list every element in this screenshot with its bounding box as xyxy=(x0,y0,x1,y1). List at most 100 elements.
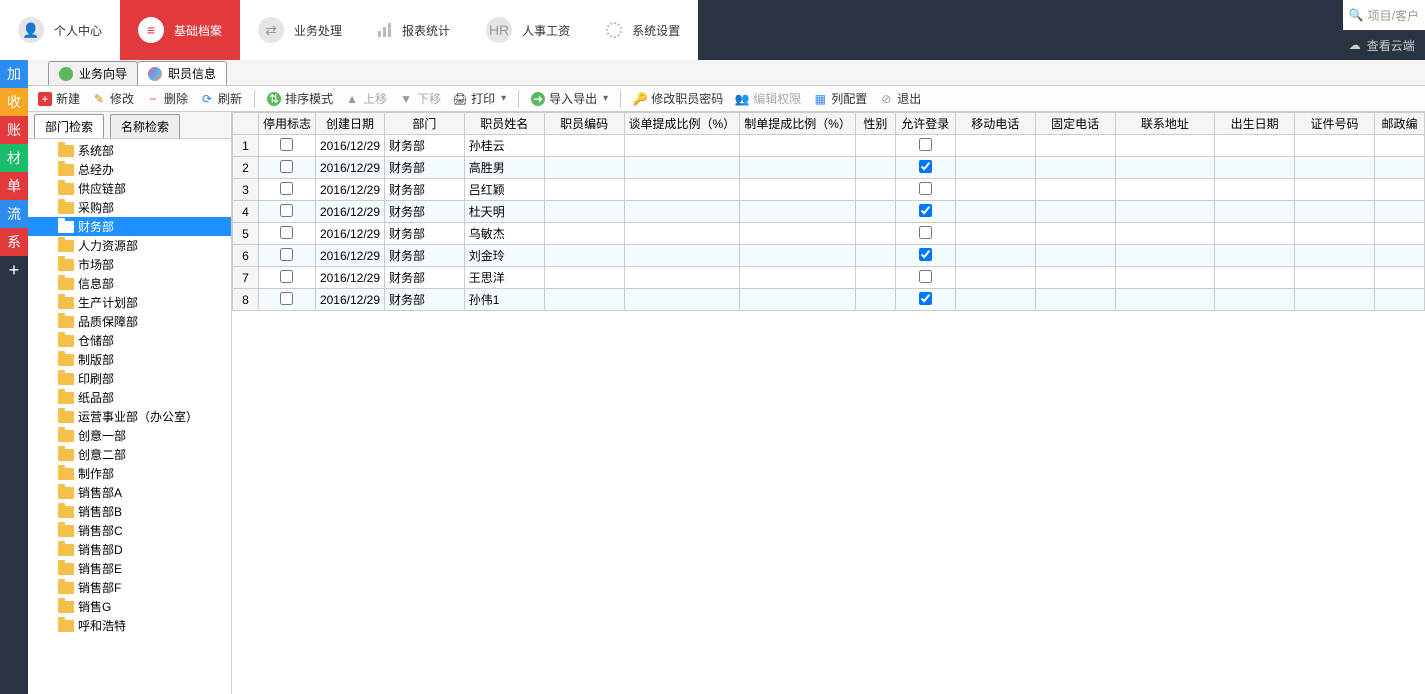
nav-basic-archive[interactable]: ≡基础档案 xyxy=(120,0,240,60)
rail-item[interactable]: 加 xyxy=(0,60,28,88)
tree-node[interactable]: −呼和浩特 xyxy=(28,616,231,635)
tree-node[interactable]: −创意二部 xyxy=(28,445,231,464)
tree-node[interactable]: −销售部C xyxy=(28,521,231,540)
tree-node[interactable]: −信息部 xyxy=(28,274,231,293)
tree-node[interactable]: −生产计划部 xyxy=(28,293,231,312)
cell-disabled[interactable] xyxy=(258,223,315,245)
table-row[interactable]: 6 2016/12/29 财务部 刘金玲 xyxy=(233,245,1425,267)
rail-item[interactable]: 单 xyxy=(0,172,28,200)
tree-node[interactable]: −仓储部 xyxy=(28,331,231,350)
col-header[interactable]: 制单提成比例（%） xyxy=(740,113,856,135)
delete-button[interactable]: −删除 xyxy=(142,88,192,109)
tree-node[interactable]: −人力资源部 xyxy=(28,236,231,255)
tree-node[interactable]: −市场部 xyxy=(28,255,231,274)
col-header[interactable]: 出生日期 xyxy=(1215,113,1295,135)
tree-node[interactable]: −销售部F xyxy=(28,578,231,597)
tree-node[interactable]: −销售部B xyxy=(28,502,231,521)
move-down-button[interactable]: ▼下移 xyxy=(395,88,445,109)
col-header[interactable]: 部门 xyxy=(385,113,465,135)
move-up-button[interactable]: ▲上移 xyxy=(341,88,391,109)
exit-button[interactable]: ⊘退出 xyxy=(875,88,925,109)
col-header[interactable]: 证件号码 xyxy=(1295,113,1375,135)
new-button[interactable]: +新建 xyxy=(34,88,84,109)
cell-disabled[interactable] xyxy=(258,201,315,223)
col-header[interactable]: 移动电话 xyxy=(955,113,1035,135)
print-button[interactable]: 🖨打印 xyxy=(449,88,510,109)
table-row[interactable]: 5 2016/12/29 财务部 乌敏杰 xyxy=(233,223,1425,245)
cell-disabled[interactable] xyxy=(258,135,315,157)
rail-item[interactable]: 收 xyxy=(0,88,28,116)
cell-disabled[interactable] xyxy=(258,245,315,267)
cell-login[interactable] xyxy=(895,245,955,267)
cell-disabled[interactable] xyxy=(258,289,315,311)
tree-node[interactable]: −创意一部 xyxy=(28,426,231,445)
col-header[interactable]: 邮政编 xyxy=(1374,113,1424,135)
sidetab-name[interactable]: 名称检索 xyxy=(110,114,180,138)
cell-login[interactable] xyxy=(895,135,955,157)
tab-wizard[interactable]: 业务向导 xyxy=(48,61,138,85)
disabled-checkbox[interactable] xyxy=(280,292,293,305)
col-header[interactable]: 允许登录 xyxy=(895,113,955,135)
disabled-checkbox[interactable] xyxy=(280,226,293,239)
col-header[interactable]: 固定电话 xyxy=(1035,113,1115,135)
tree-node[interactable]: −总经办 xyxy=(28,160,231,179)
tree-node[interactable]: −销售G xyxy=(28,597,231,616)
disabled-checkbox[interactable] xyxy=(280,270,293,283)
tree-node[interactable]: −运营事业部（办公室） xyxy=(28,407,231,426)
tab-employee-info[interactable]: 职员信息 xyxy=(137,61,227,85)
login-checkbox[interactable] xyxy=(919,270,932,283)
edit-button[interactable]: ✎修改 xyxy=(88,88,138,109)
tree-node[interactable]: −采购部 xyxy=(28,198,231,217)
table-row[interactable]: 8 2016/12/29 财务部 孙伟1 xyxy=(233,289,1425,311)
nav-business[interactable]: ⇄业务处理 xyxy=(240,0,360,60)
disabled-checkbox[interactable] xyxy=(280,138,293,151)
table-row[interactable]: 7 2016/12/29 财务部 王思洋 xyxy=(233,267,1425,289)
disabled-checkbox[interactable] xyxy=(280,182,293,195)
disabled-checkbox[interactable] xyxy=(280,248,293,261)
login-checkbox[interactable] xyxy=(919,226,932,239)
table-row[interactable]: 1 2016/12/29 财务部 孙桂云 xyxy=(233,135,1425,157)
global-search[interactable]: 🔍项目/客户 xyxy=(1343,0,1425,30)
disabled-checkbox[interactable] xyxy=(280,204,293,217)
sort-button[interactable]: ⇅排序模式 xyxy=(263,88,337,109)
col-header[interactable]: 联系地址 xyxy=(1115,113,1215,135)
tree-node[interactable]: −系统部 xyxy=(28,141,231,160)
cell-login[interactable] xyxy=(895,201,955,223)
cell-login[interactable] xyxy=(895,289,955,311)
col-header[interactable]: 停用标志 xyxy=(258,113,315,135)
tree-node[interactable]: −销售部A xyxy=(28,483,231,502)
col-header[interactable]: 职员编码 xyxy=(544,113,624,135)
view-cloud[interactable]: ☁查看云端 xyxy=(1343,30,1425,60)
cell-login[interactable] xyxy=(895,267,955,289)
cell-login[interactable] xyxy=(895,223,955,245)
col-header[interactable]: 谈单提成比例（%） xyxy=(624,113,740,135)
rail-item[interactable]: 账 xyxy=(0,116,28,144)
rail-item[interactable]: 系 xyxy=(0,228,28,256)
tree-node[interactable]: −制版部 xyxy=(28,350,231,369)
cell-login[interactable] xyxy=(895,179,955,201)
tree-node[interactable]: −品质保障部 xyxy=(28,312,231,331)
col-header[interactable]: 职员姓名 xyxy=(464,113,544,135)
disabled-checkbox[interactable] xyxy=(280,160,293,173)
col-header[interactable]: 性别 xyxy=(855,113,895,135)
login-checkbox[interactable] xyxy=(919,160,932,173)
nav-reports[interactable]: 报表统计 xyxy=(360,0,468,60)
table-row[interactable]: 3 2016/12/29 财务部 吕红颖 xyxy=(233,179,1425,201)
cell-disabled[interactable] xyxy=(258,267,315,289)
login-checkbox[interactable] xyxy=(919,292,932,305)
col-header[interactable]: 创建日期 xyxy=(315,113,384,135)
login-checkbox[interactable] xyxy=(919,182,932,195)
import-export-button[interactable]: ➜导入导出 xyxy=(527,88,612,109)
reset-password-button[interactable]: 🔑修改职员密码 xyxy=(629,88,727,109)
table-row[interactable]: 4 2016/12/29 财务部 杜天明 xyxy=(233,201,1425,223)
cell-disabled[interactable] xyxy=(258,179,315,201)
columns-button[interactable]: ▦列配置 xyxy=(809,88,871,109)
nav-hr[interactable]: HR人事工资 xyxy=(468,0,588,60)
nav-settings[interactable]: 系统设置 xyxy=(588,0,698,60)
nav-personal[interactable]: 👤个人中心 xyxy=(0,0,120,60)
tree-node[interactable]: −印刷部 xyxy=(28,369,231,388)
tree-node[interactable]: −制作部 xyxy=(28,464,231,483)
tree-node[interactable]: −财务部 xyxy=(28,217,231,236)
tree-node[interactable]: −销售部D xyxy=(28,540,231,559)
cell-login[interactable] xyxy=(895,157,955,179)
